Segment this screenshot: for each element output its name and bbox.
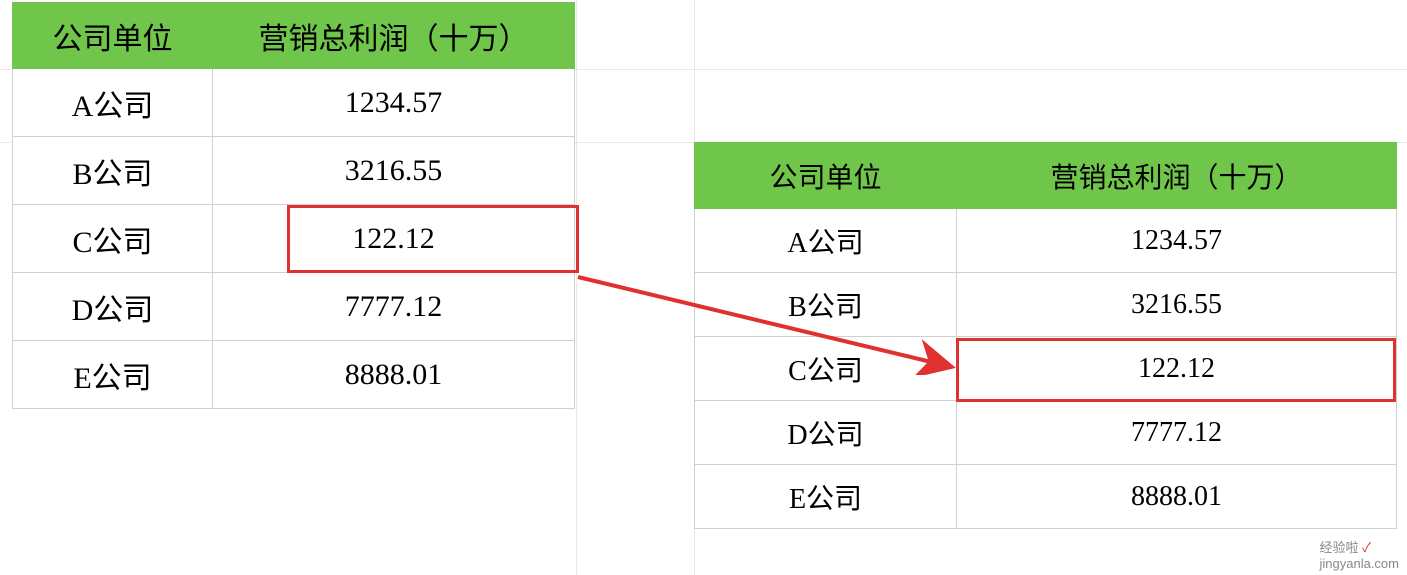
table-row: E公司 8888.01: [13, 341, 575, 409]
watermark-sub: jingyanla.com: [1320, 556, 1400, 571]
cell-company[interactable]: C公司: [695, 337, 957, 401]
cell-company[interactable]: B公司: [695, 273, 957, 337]
cell-profit[interactable]: 7777.12: [213, 273, 575, 341]
watermark: 经验啦 ✓ jingyanla.com: [1320, 537, 1400, 571]
table-header-row: 公司单位 营销总利润（十万）: [13, 3, 575, 69]
cell-profit[interactable]: 7777.12: [957, 401, 1397, 465]
cell-company[interactable]: D公司: [695, 401, 957, 465]
cell-company[interactable]: B公司: [13, 137, 213, 205]
check-icon: ✓: [1362, 540, 1371, 555]
table-row: B公司 3216.55: [13, 137, 575, 205]
watermark-text: 经验啦: [1320, 540, 1359, 555]
table-row: B公司 3216.55: [695, 273, 1397, 337]
cell-company[interactable]: C公司: [13, 205, 213, 273]
cell-company[interactable]: E公司: [13, 341, 213, 409]
cell-profit[interactable]: 8888.01: [213, 341, 575, 409]
cell-profit[interactable]: 122.12: [957, 337, 1397, 401]
cell-company[interactable]: D公司: [13, 273, 213, 341]
table-row: C公司 122.12: [695, 337, 1397, 401]
table-left: 公司单位 营销总利润（十万） A公司 1234.57 B公司 3216.55 C…: [12, 2, 575, 409]
cell-profit[interactable]: 3216.55: [957, 273, 1397, 337]
table-row: D公司 7777.12: [695, 401, 1397, 465]
table-row: C公司 122.12: [13, 205, 575, 273]
cell-profit[interactable]: 8888.01: [957, 465, 1397, 529]
canvas: 公司单位 营销总利润（十万） A公司 1234.57 B公司 3216.55 C…: [0, 0, 1407, 575]
cell-profit[interactable]: 122.12: [213, 205, 575, 273]
cell-company[interactable]: A公司: [13, 69, 213, 137]
col-header-company: 公司单位: [13, 3, 213, 69]
cell-company[interactable]: A公司: [695, 209, 957, 273]
cell-profit[interactable]: 1234.57: [213, 69, 575, 137]
table-header-row: 公司单位 营销总利润（十万）: [695, 143, 1397, 209]
table-row: A公司 1234.57: [13, 69, 575, 137]
table-row: E公司 8888.01: [695, 465, 1397, 529]
table-row: D公司 7777.12: [13, 273, 575, 341]
cell-profit[interactable]: 3216.55: [213, 137, 575, 205]
cell-profit[interactable]: 1234.57: [957, 209, 1397, 273]
table-row: A公司 1234.57: [695, 209, 1397, 273]
table-right: 公司单位 营销总利润（十万） A公司 1234.57 B公司 3216.55 C…: [694, 142, 1397, 529]
col-header-profit: 营销总利润（十万）: [957, 143, 1397, 209]
cell-company[interactable]: E公司: [695, 465, 957, 529]
col-header-profit: 营销总利润（十万）: [213, 3, 575, 69]
col-header-company: 公司单位: [695, 143, 957, 209]
